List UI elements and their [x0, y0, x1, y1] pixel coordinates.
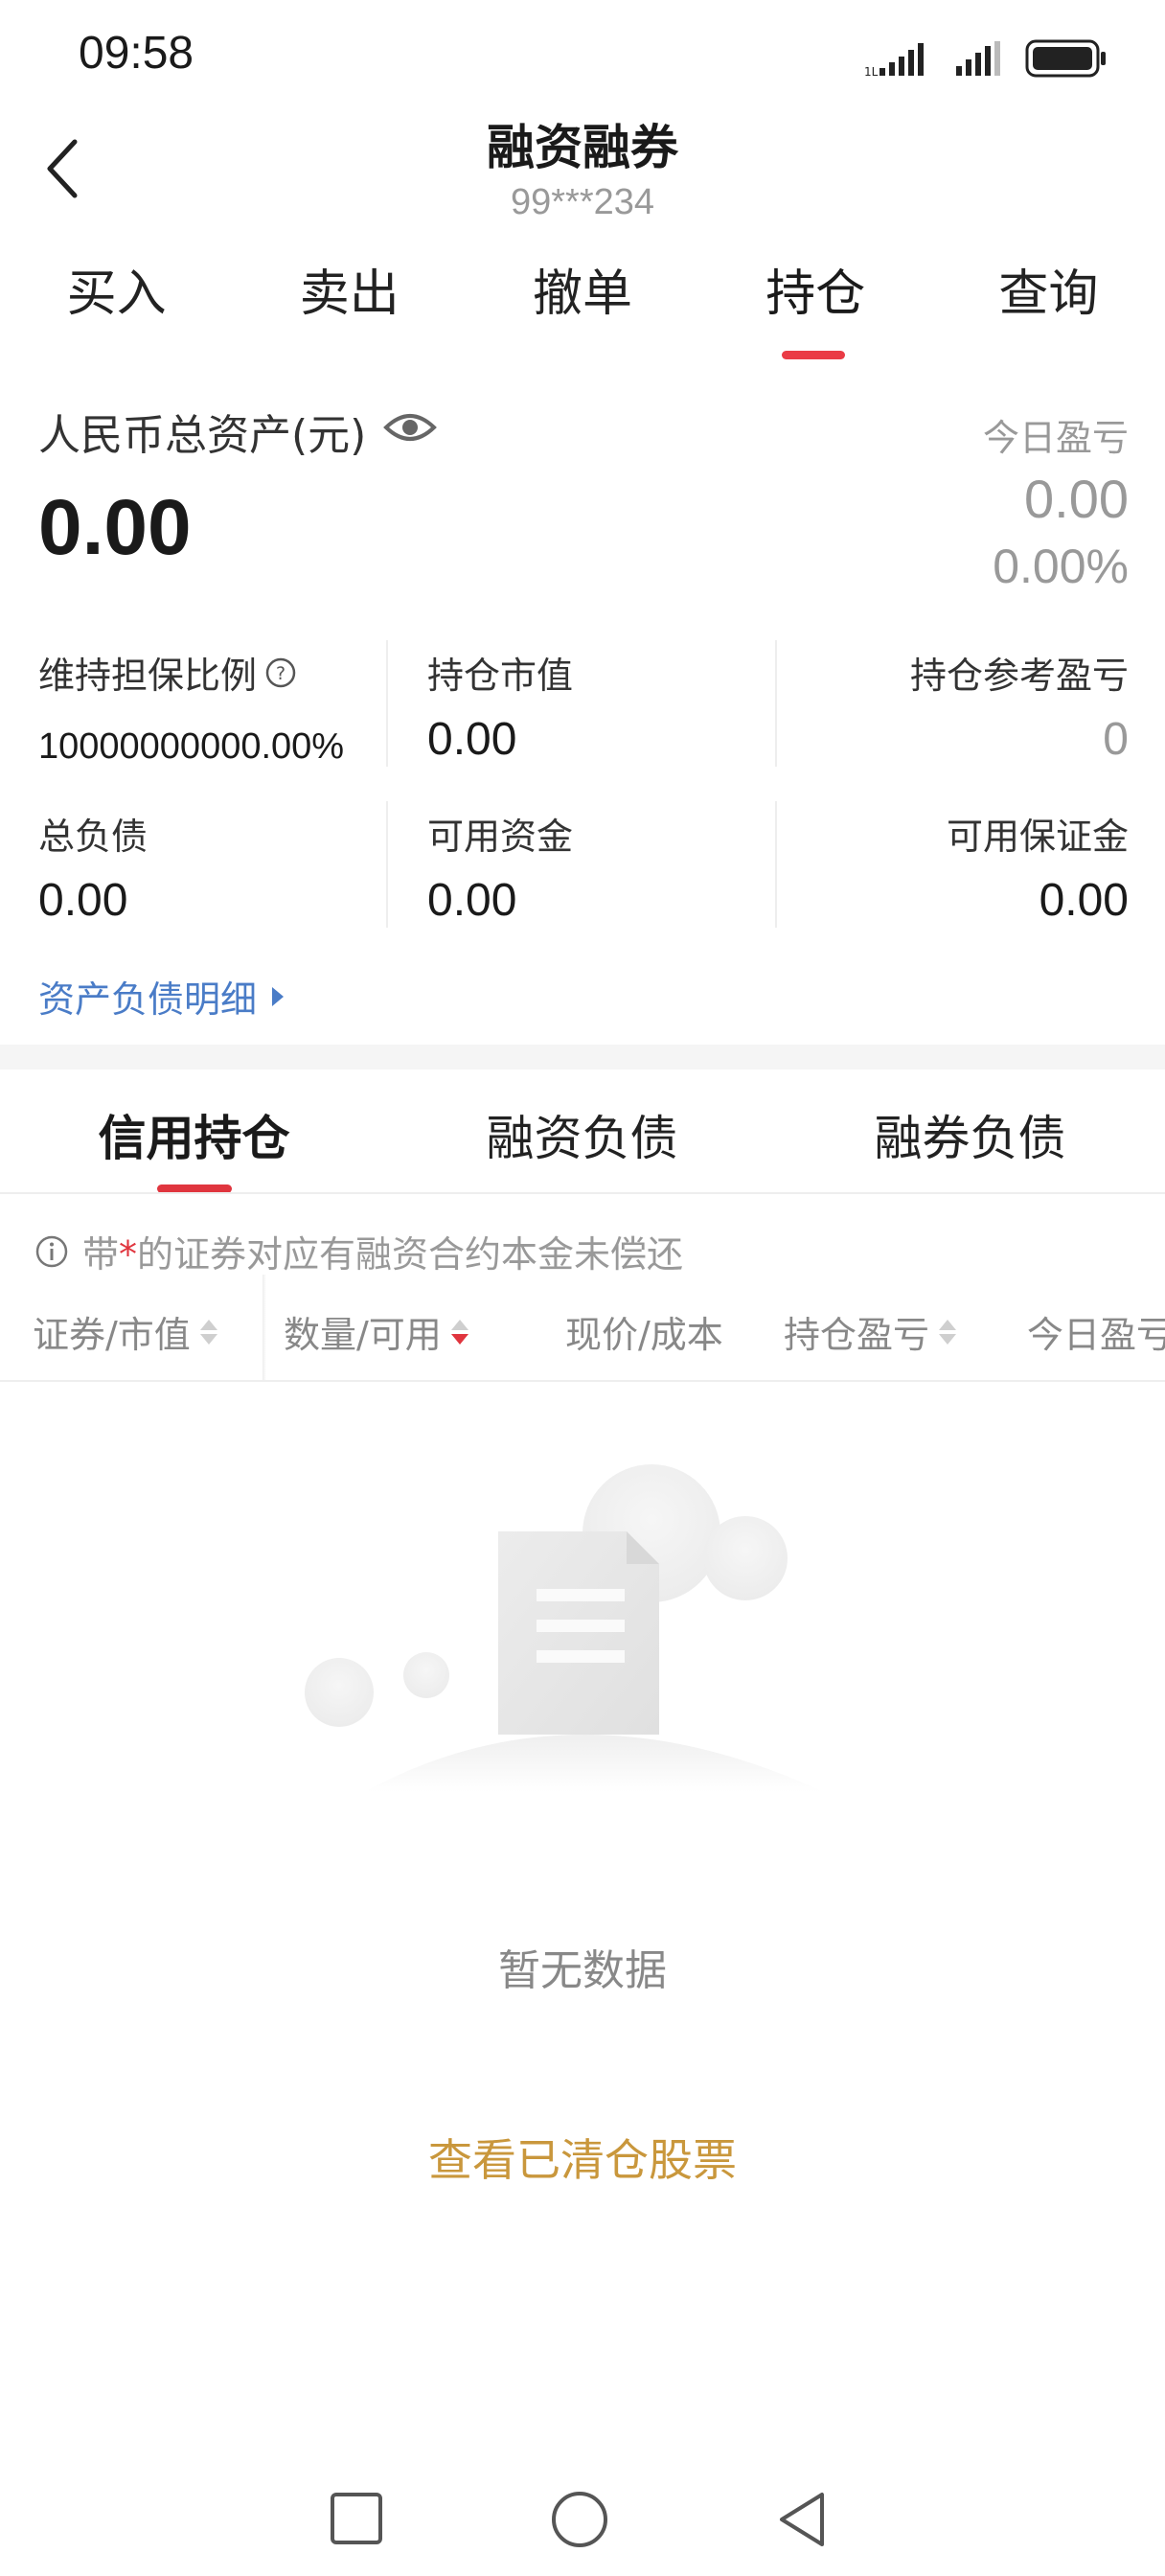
empty-document-icon	[305, 1464, 824, 1792]
notice-prefix: 带	[82, 1233, 120, 1276]
position-market-value-label: 持仓市值	[427, 655, 574, 697]
column-label: 证券/市值	[33, 1314, 191, 1356]
svg-text:?: ?	[276, 663, 286, 684]
eye-icon	[383, 414, 437, 441]
divider	[386, 801, 388, 928]
eye-toggle[interactable]	[383, 406, 437, 452]
tab-margin-liabilities[interactable]: 融资负债	[388, 1100, 776, 1169]
maintenance-ratio-label: 维持担保比例	[38, 655, 258, 697]
today-pnl-value: 0.00	[1024, 469, 1129, 529]
column-quantity-available[interactable]: 数量/可用	[284, 1305, 468, 1358]
column-position-pnl[interactable]: 持仓盈亏	[784, 1305, 957, 1358]
available-funds-value: 0.00	[427, 875, 517, 926]
help-icon[interactable]: ?	[264, 656, 297, 689]
caret-right-icon	[272, 986, 285, 1006]
status-time: 09:58	[79, 28, 194, 79]
back-nav-button[interactable]	[774, 2490, 828, 2553]
tab-query[interactable]: 查询	[932, 251, 1165, 337]
divider	[386, 640, 388, 767]
total-liabilities-value: 0.00	[38, 875, 128, 926]
available-margin-value: 0.00	[1039, 875, 1129, 926]
column-shadow	[263, 1275, 266, 1382]
signal-icon: 1L	[864, 43, 924, 78]
maintenance-ratio-header: 维持担保比例 ?	[38, 646, 297, 699]
svg-text:1L: 1L	[864, 65, 879, 78]
position-reference-pnl-value: 0	[1103, 714, 1129, 765]
view-cleared-stocks-link[interactable]: 查看已清仓股票	[0, 2126, 1165, 2189]
asset-liability-detail-link[interactable]: 资产负债明细	[38, 970, 286, 1023]
total-assets-label: 人民币总资产(元)	[38, 411, 367, 460]
today-pnl-label: 今日盈亏	[982, 417, 1129, 459]
maintenance-ratio-value: 10000000000.00%	[38, 726, 345, 767]
signal-icon	[956, 41, 1000, 76]
unpaid-principal-notice: 带*的证券对应有融资合约本金未偿还	[34, 1225, 683, 1277]
tab-short-liabilities[interactable]: 融券负债	[776, 1100, 1164, 1169]
empty-state-illustration	[287, 1457, 862, 1806]
tab-credit-positions[interactable]: 信用持仓	[0, 1100, 388, 1169]
account-number: 99***234	[510, 182, 655, 222]
trade-tab-bar: 买入 卖出 撤单 持仓 查询	[0, 251, 1165, 337]
home-button[interactable]	[550, 2490, 609, 2553]
sort-icon	[939, 1319, 957, 1345]
column-label: 今日盈亏	[1027, 1314, 1165, 1356]
battery-icon	[1025, 39, 1106, 78]
notice-star: *	[119, 1233, 138, 1276]
total-assets-value: 0.00	[38, 484, 192, 571]
available-margin-label: 可用保证金	[946, 816, 1129, 858]
column-today-pnl[interactable]: 今日盈亏	[1027, 1305, 1165, 1358]
section-divider	[0, 1045, 1165, 1070]
tab-cancel-order[interactable]: 撤单	[466, 251, 698, 337]
column-security-value[interactable]: 证券/市值	[33, 1305, 217, 1358]
asset-liability-detail-label: 资产负债明细	[38, 978, 258, 1021]
tab-sell[interactable]: 卖出	[233, 251, 466, 337]
tab-buy[interactable]: 买入	[0, 251, 233, 337]
sort-icon	[450, 1319, 468, 1345]
column-label: 数量/可用	[284, 1314, 442, 1356]
divider	[775, 640, 777, 767]
sort-icon	[199, 1319, 217, 1345]
circle-icon	[552, 2492, 607, 2547]
empty-state-text: 暂无数据	[498, 1946, 667, 1995]
column-label: 持仓盈亏	[784, 1314, 930, 1356]
column-price-cost[interactable]: 现价/成本	[565, 1305, 723, 1358]
active-tab-indicator	[782, 351, 845, 359]
position-reference-pnl-label: 持仓参考盈亏	[909, 655, 1129, 697]
today-pnl-percent: 0.00%	[993, 540, 1129, 593]
available-funds-label: 可用资金	[427, 816, 574, 858]
divider	[0, 1380, 1165, 1382]
triangle-back-icon	[780, 2493, 824, 2546]
recent-apps-button[interactable]	[328, 2490, 385, 2551]
position-market-value: 0.00	[427, 714, 517, 765]
notice-text: 的证券对应有融资合约本金未偿还	[137, 1233, 684, 1276]
page-title: 融资融券	[487, 120, 678, 175]
tab-positions[interactable]: 持仓	[699, 251, 932, 337]
info-icon	[35, 1235, 68, 1267]
divider	[0, 1192, 1165, 1194]
total-liabilities-label: 总负债	[38, 816, 148, 858]
square-icon	[331, 2493, 382, 2544]
divider	[775, 801, 777, 928]
column-label: 现价/成本	[565, 1314, 723, 1356]
status-icons: 1L	[864, 34, 1108, 82]
